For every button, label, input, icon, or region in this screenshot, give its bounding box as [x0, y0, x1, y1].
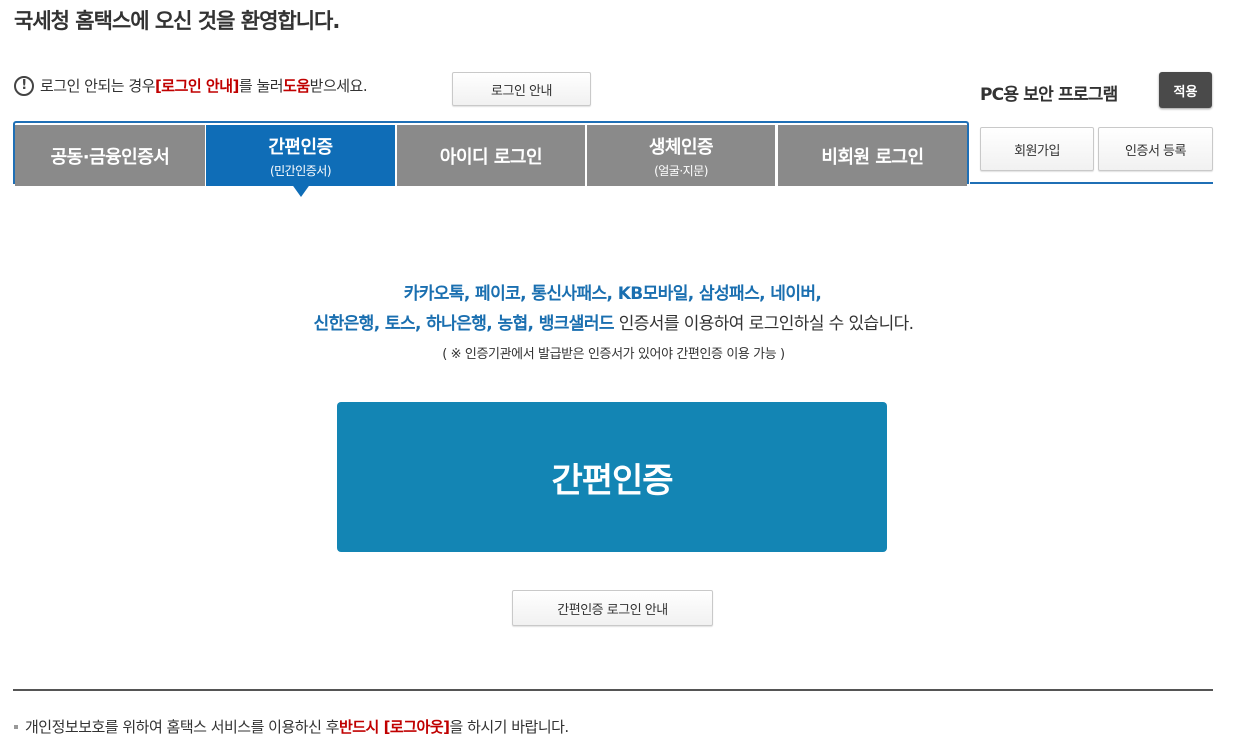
login-guide-button[interactable]: 로그인 안내	[452, 72, 591, 106]
footer-divider	[13, 689, 1213, 691]
tab-simple-auth[interactable]: 간편인증 (민간인증서)	[206, 125, 395, 186]
notice-highlight-login-guide: [로그인 안내]	[154, 77, 239, 95]
notice-text-1: 로그인 안되는 경우	[40, 77, 155, 95]
page-title: 국세청 홈택스에 오신 것을 환영합니다.	[14, 9, 340, 33]
tab-label: 아이디 로그인	[439, 146, 543, 168]
cert-requirement-note: ( ※ 인증기관에서 발급받은 인증서가 있어야 간편인증 이용 가능 )	[442, 347, 785, 362]
notice-text-2: 를 눌러	[238, 77, 284, 95]
login-tabs: 공동·금융인증서 간편인증 (민간인증서) 아이디 로그인 생체인증 (얼굴·지…	[13, 121, 969, 186]
security-program-label: PC용 보안 프로그램	[980, 85, 1118, 105]
tab-label: 생체인증	[648, 136, 714, 158]
tab-sublabel: (얼굴·지문)	[654, 163, 708, 178]
logout-reminder: 개인정보보호를 위하여 홈택스 서비스를 이용하신 후 반드시 [로그아웃] 을…	[14, 716, 569, 737]
provider-description: 인증서를 이용하여 로그인하실 수 있습니다.	[613, 314, 914, 334]
notice-text-3: 받으세요.	[309, 77, 368, 95]
tab-label: 공동·금융인증서	[50, 146, 170, 168]
provider-list-line-1: 카카오톡, 페이코, 통신사패스, KB모바일, 삼성패스, 네이버,	[403, 284, 822, 304]
footer-text-1: 개인정보보호를 위하여 홈택스 서비스를 이용하신 후	[25, 718, 339, 736]
active-tab-pointer	[291, 183, 311, 197]
signup-button[interactable]: 회원가입	[980, 127, 1094, 171]
exclamation-circle-icon: !	[14, 75, 34, 96]
tab-joint-financial-cert[interactable]: 공동·금융인증서	[15, 125, 205, 186]
tab-sublabel: (민간인증서)	[269, 163, 332, 178]
tab-non-member-login[interactable]: 비회원 로그인	[778, 125, 967, 186]
simple-auth-button[interactable]: 간편인증	[337, 402, 887, 552]
tabs-divider	[970, 182, 1213, 184]
bullet-icon	[14, 724, 18, 729]
simple-auth-guide-button[interactable]: 간편인증 로그인 안내	[512, 590, 713, 626]
provider-names: 신한은행, 토스, 하나은행, 농협, 뱅크샐러드	[313, 314, 615, 334]
footer-highlight-logout: 반드시 [로그아웃]	[338, 718, 450, 736]
tab-id-login[interactable]: 아이디 로그인	[397, 125, 585, 186]
tab-label: 비회원 로그인	[821, 146, 924, 168]
tab-biometric[interactable]: 생체인증 (얼굴·지문)	[587, 125, 775, 186]
login-notice: ! 로그인 안되는 경우 [로그인 안내] 를 눌러 도움 받으세요.	[14, 75, 368, 96]
notice-highlight-help: 도움	[283, 77, 310, 95]
security-apply-button[interactable]: 적용	[1159, 72, 1212, 108]
provider-list-line-2: 신한은행, 토스, 하나은행, 농협, 뱅크샐러드 인증서를 이용하여 로그인하…	[0, 309, 1235, 334]
cert-register-button[interactable]: 인증서 등록	[1098, 127, 1213, 171]
footer-text-2: 을 하시기 바랍니다.	[449, 718, 570, 736]
tab-label: 간편인증	[268, 136, 333, 158]
